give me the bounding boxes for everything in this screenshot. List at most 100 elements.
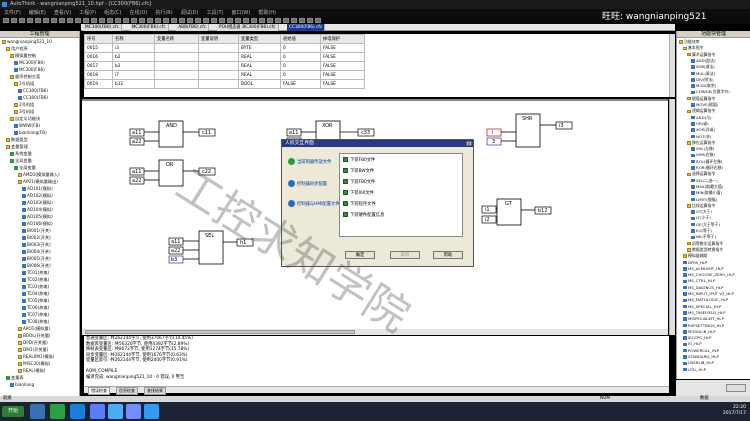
menu-item-3[interactable]: 工程(P) xyxy=(75,9,100,17)
toolbar-button-icon[interactable] xyxy=(211,18,217,23)
toolbar-button-icon[interactable] xyxy=(91,18,97,23)
toolbar-button-icon[interactable] xyxy=(123,18,129,23)
function-block-item[interactable]: MAX(取最大值) xyxy=(691,184,723,189)
function-block-item[interactable]: RSPSETTINGS_HLP xyxy=(683,323,724,328)
function-block-item[interactable]: DPFA_HLP xyxy=(683,260,707,265)
project-tree-item[interactable]: AO104(模拟) xyxy=(22,207,53,212)
project-tree-item[interactable]: AMD1(模拟量输入) xyxy=(18,172,60,177)
function-block-item[interactable]: 功能块库 xyxy=(679,39,700,44)
taskbar-browser-icon[interactable] xyxy=(50,404,65,419)
dialog-option-transfer[interactable]: 当前制器传送文件 xyxy=(288,158,331,165)
toolbar-button-icon[interactable] xyxy=(131,18,137,23)
editor-tab[interactable]: ABB(FB6).cfc xyxy=(176,24,210,31)
function-block-item[interactable]: MUL(乘法) xyxy=(691,71,715,76)
toolbar-button-icon[interactable] xyxy=(275,18,281,23)
project-tree-item[interactable]: 顺序控制方案 xyxy=(10,74,40,79)
output-tab[interactable]: 信息检查 xyxy=(116,387,138,395)
project-tree-item[interactable]: MISC30(模拟) xyxy=(18,361,50,366)
function-block-item[interactable]: 赋值运算指令 xyxy=(687,96,715,101)
project-tree-item[interactable]: TC05(热电) xyxy=(22,298,49,303)
function-block-item[interactable]: 比较运算指令 xyxy=(687,203,715,208)
output-tab[interactable]: 错误检查 xyxy=(88,387,110,395)
function-block-item[interactable]: MS_TIMEFIELD_HLP xyxy=(683,310,726,315)
function-block-item[interactable]: 移位运算指令 xyxy=(687,140,715,145)
project-tree-item[interactable]: DPD(开关量) xyxy=(18,340,48,345)
function-block-item[interactable]: MODULIB_HLP xyxy=(683,329,716,334)
toolbar-button-icon[interactable] xyxy=(315,18,321,23)
project-tree-item[interactable]: TC07(热电) xyxy=(22,312,49,317)
toolbar-button-icon[interactable] xyxy=(235,18,241,23)
toolbar-button-icon[interactable] xyxy=(203,18,209,23)
menu-item-1[interactable]: 编辑(E) xyxy=(25,9,50,17)
taskbar-app-icon[interactable] xyxy=(30,404,45,419)
project-tree-item[interactable]: DM1(开关量) xyxy=(18,347,48,352)
project-tree-item[interactable]: 模拟量控制 xyxy=(10,53,36,58)
project-tree-item[interactable]: BI002(开关) xyxy=(22,235,51,240)
toolbar-button-icon[interactable] xyxy=(75,18,81,23)
download-list-item[interactable]: 下装I00文件 xyxy=(343,190,374,197)
function-block-item[interactable]: 基本指令 xyxy=(683,45,704,50)
project-tree-item[interactable]: 全局变量 xyxy=(10,158,32,163)
search-button[interactable] xyxy=(726,384,746,392)
menu-item-9[interactable]: 窗口(W) xyxy=(227,9,254,17)
start-button[interactable]: 开始 xyxy=(2,406,24,417)
download-list-item[interactable]: 下装FB0文件 xyxy=(343,179,375,186)
editor-tab[interactable]: CC300(FB6).cfc xyxy=(287,24,326,31)
function-block-item[interactable]: 算术运算指令 xyxy=(687,52,715,57)
shr-block[interactable]: i 3 SHR i3 xyxy=(486,113,573,148)
output-tab[interactable]: 查找结果 xyxy=(144,387,166,395)
project-tree-item[interactable]: 用户程序 xyxy=(6,46,28,51)
or-block[interactable]: a11 a22 OR c22 xyxy=(129,159,216,187)
toolbar-button-icon[interactable] xyxy=(83,18,89,23)
project-tree-item[interactable]: 自定义功能块 xyxy=(10,116,40,121)
function-block-item[interactable]: EQ(等于) xyxy=(691,228,712,233)
toolbar-button-icon[interactable] xyxy=(291,18,297,23)
table-row[interactable]: 0017 b2 REAL 0 FALSE xyxy=(84,61,365,71)
project-tree-item[interactable]: REAL(模拟) xyxy=(18,368,45,373)
toolbar-button-icon[interactable] xyxy=(171,18,177,23)
project-tree-item[interactable]: TC08(热电) xyxy=(22,319,49,324)
toolbar-button-icon[interactable] xyxy=(219,18,225,23)
function-block-item[interactable]: XOR(异或) xyxy=(691,127,715,132)
function-block-item[interactable]: MS_SPECIAL_HLP xyxy=(683,304,721,309)
editor-tab[interactable]: MC300(FB6).cfc xyxy=(83,24,123,31)
table-row[interactable]: 0016 b2 REAL 0 FALSE xyxy=(84,52,365,62)
function-block-item[interactable]: LIMIT(限幅) xyxy=(691,197,717,202)
gt-block[interactable]: i1 i2 GT b12 xyxy=(481,198,552,226)
menu-item-4[interactable]: 组态(C) xyxy=(100,9,125,17)
function-block-item[interactable]: USERLIB_HLP xyxy=(683,360,714,365)
toolbar-button-icon[interactable] xyxy=(59,18,65,23)
project-tree-item[interactable]: bianliang xyxy=(10,382,34,387)
project-tree-item[interactable]: CC300(FB6) xyxy=(18,95,48,100)
function-block-item[interactable]: ROL(循环左移) xyxy=(691,159,723,164)
taskbar-app2-icon[interactable] xyxy=(90,404,105,419)
toolbar-button-icon[interactable] xyxy=(67,18,73,23)
project-tree-item[interactable]: 1号机组 xyxy=(14,81,34,86)
download-list-item[interactable]: 下装FB0文件 xyxy=(343,157,375,164)
project-tree-item[interactable]: BI003(开关) xyxy=(22,242,51,247)
menu-item-2[interactable]: 查看(V) xyxy=(50,9,75,17)
project-tree-item[interactable]: WWW(FB) xyxy=(14,123,40,128)
function-block-item[interactable]: MOD(取余) xyxy=(691,83,716,88)
cancel-button[interactable]: 取消 xyxy=(390,251,420,259)
function-block-item[interactable]: IO_HLP xyxy=(683,341,702,346)
diagram-vertical-scrollbar[interactable] xyxy=(669,99,675,335)
toolbar-button-icon[interactable] xyxy=(251,18,257,23)
toolbar-button-icon[interactable] xyxy=(19,18,25,23)
project-tree-item[interactable]: AO102(模拟) xyxy=(22,193,53,198)
function-block-item[interactable]: CHINGE(交换字节) xyxy=(691,89,730,94)
function-block-item[interactable]: SEL(二选一) xyxy=(691,178,718,183)
dialog-close-icon[interactable]: × xyxy=(466,141,472,146)
project-tree-item[interactable]: 2号机组 xyxy=(14,102,34,107)
download-list-item[interactable]: 下装硬件配置信息 xyxy=(343,212,384,219)
project-tree-item[interactable]: 全局变量 xyxy=(14,165,36,170)
toolbar-button-icon[interactable] xyxy=(43,18,49,23)
toolbar-button-icon[interactable] xyxy=(307,18,313,23)
table-scrollbar[interactable] xyxy=(669,34,675,97)
project-tree-item[interactable]: TC03(热电) xyxy=(22,284,49,289)
function-block-item[interactable]: 逻辑运算指令 xyxy=(687,108,715,113)
toolbar-button-icon[interactable] xyxy=(115,18,121,23)
project-tree-item[interactable]: MC300(FB6) xyxy=(14,60,45,65)
editor-tab[interactable]: MC300(FB6).cfc xyxy=(129,24,169,31)
project-tree-item[interactable]: 数据类型 xyxy=(6,137,28,142)
